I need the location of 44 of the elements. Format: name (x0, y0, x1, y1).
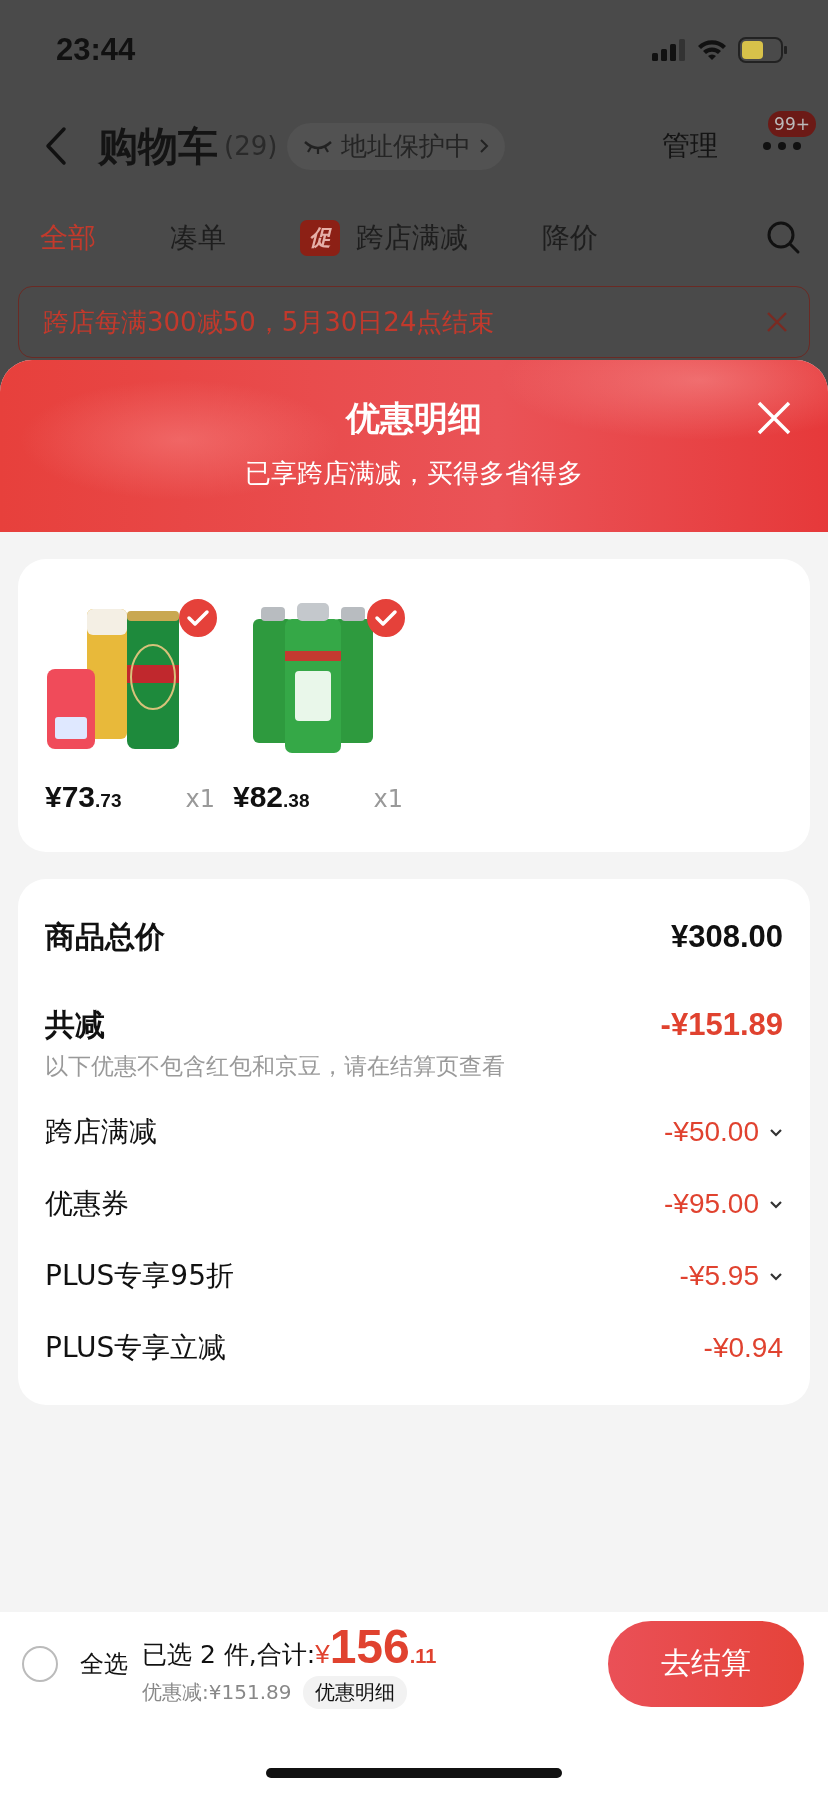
breakdown-label: 共减 (45, 1005, 105, 1044)
chevron-down-icon[interactable] (769, 1127, 783, 1137)
signal-icon (652, 39, 686, 61)
breakdown-label: 优惠券 (45, 1186, 129, 1222)
closed-eye-icon (303, 138, 334, 154)
select-all-label[interactable]: 全选 (80, 1647, 128, 1680)
battery-icon (738, 37, 788, 63)
message-badge: 99+ (768, 111, 816, 137)
check-icon[interactable] (367, 599, 405, 637)
more-icon[interactable] (762, 141, 802, 151)
breakdown-note: 以下优惠不包含红包和京豆，请在结算页查看 (45, 1052, 506, 1081)
total-price: ¥156.11 (315, 1618, 437, 1674)
product-price: ¥73.73 (45, 780, 122, 814)
breakdown-label: PLUS专享立减 (45, 1330, 227, 1366)
checkout-button[interactable]: 去结算 (608, 1620, 804, 1707)
search-icon[interactable] (766, 220, 802, 256)
breakdown-label: 跨店满减 (45, 1114, 157, 1150)
check-icon[interactable] (179, 599, 217, 637)
breakdown-amount: -¥95.00 (664, 1188, 759, 1220)
promo-text: 跨店每满300减50，5月30日24点结束 (43, 305, 495, 339)
chevron-right-icon (479, 138, 490, 154)
breakdown-amount: -¥5.95 (679, 1260, 759, 1292)
product-quantity: x1 (185, 785, 215, 813)
discount-details-button[interactable]: 优惠明细 (303, 1675, 408, 1709)
product-quantity: x1 (373, 785, 403, 813)
filter-tab[interactable]: 全部 (40, 219, 96, 257)
discount-summary: 优惠减:¥151.89 (142, 1678, 292, 1706)
product-price: ¥82.38 (233, 780, 310, 814)
breakdown-amount: -¥0.94 (703, 1332, 783, 1364)
breakdown-amount: -¥50.00 (664, 1116, 759, 1148)
chevron-down-icon[interactable] (769, 1199, 783, 1209)
back-icon[interactable] (44, 126, 68, 166)
select-all-radio[interactable] (22, 1645, 58, 1682)
chevron-down-icon[interactable] (769, 1271, 783, 1281)
breakdown-amount: ¥308.00 (670, 919, 783, 955)
promo-tag: 促 (300, 220, 340, 256)
sheet-subtitle: 已享跨店满减，买得多省得多 (245, 457, 583, 490)
status-time: 23:44 (56, 32, 136, 68)
breakdown-amount: -¥151.89 (660, 1007, 783, 1043)
sheet-title: 优惠明细 (346, 397, 482, 440)
breakdown-label: 商品总价 (45, 917, 165, 956)
breakdown-label: PLUS专享95折 (45, 1258, 234, 1294)
selection-summary: 已选 2 件,合计: (142, 1638, 316, 1671)
wifi-icon (696, 38, 728, 62)
